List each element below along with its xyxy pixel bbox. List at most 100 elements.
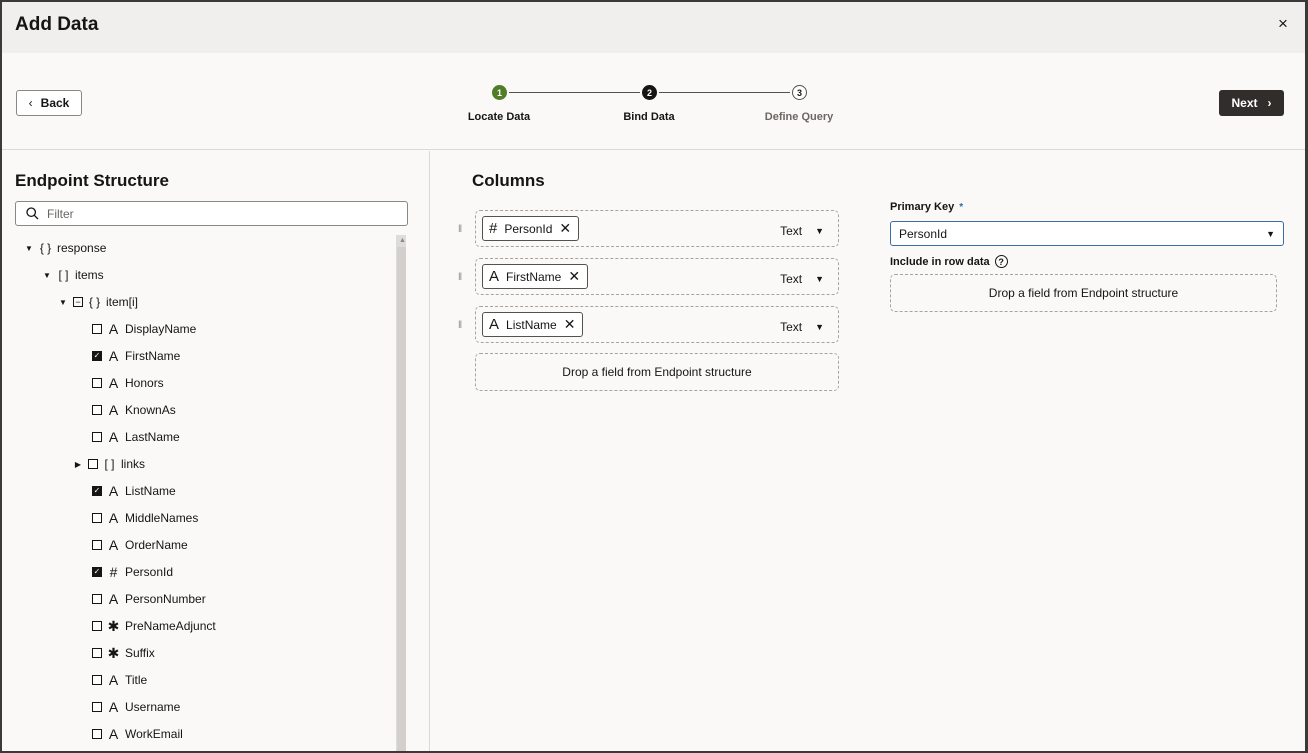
any-type-icon: ✱ [107, 644, 120, 661]
column-card-personid[interactable]: # PersonId ✕ Text ▼ [475, 210, 839, 247]
row-data-drop-zone[interactable]: Drop a field from Endpoint structure [890, 274, 1277, 312]
column-card-firstname[interactable]: A FirstName ✕ Text ▼ [475, 258, 839, 295]
tree-field-honors[interactable]: A Honors [92, 373, 164, 393]
caret-down-icon[interactable]: ▼ [24, 244, 34, 253]
remove-column-icon[interactable]: ✕ [559, 220, 571, 237]
tree-field-firstname[interactable]: ✓ A FirstName [92, 346, 180, 366]
tree-field-label: links [121, 457, 146, 471]
drag-handle-icon[interactable]: ‖ [458, 224, 462, 235]
tree-field-username[interactable]: A Username [92, 697, 180, 717]
field-checkbox[interactable] [92, 729, 102, 739]
tree-field-lastname[interactable]: A LastName [92, 427, 180, 447]
column-type-select[interactable]: Text ▼ [780, 224, 824, 238]
tree-node-item-i[interactable]: ▼ − { } item[i] [58, 292, 138, 312]
field-checkbox[interactable] [92, 594, 102, 604]
any-type-icon: ✱ [107, 617, 120, 634]
drag-handle-icon[interactable]: ‖ [458, 320, 462, 331]
help-icon[interactable]: ? [994, 255, 1008, 268]
column-type-select[interactable]: Text ▼ [780, 272, 824, 286]
back-button[interactable]: ‹ Back [16, 90, 82, 116]
tree-node-links[interactable]: ▶ [ ] links [73, 454, 145, 474]
tree-node-items[interactable]: ▼ [ ] items [42, 265, 104, 285]
field-checkbox[interactable] [92, 513, 102, 523]
primary-key-label-text: Primary Key [890, 201, 955, 213]
text-type-icon: A [108, 375, 119, 391]
columns-drop-zone[interactable]: Drop a field from Endpoint structure [475, 353, 839, 391]
tree-field-label: FirstName [125, 349, 181, 363]
tree-field-label: Username [125, 700, 181, 714]
required-marker: * [959, 201, 964, 213]
field-checkbox[interactable] [92, 405, 102, 415]
tree-field-label: LastName [125, 430, 180, 444]
caret-down-icon[interactable]: ▼ [42, 271, 52, 280]
tree-field-listname[interactable]: ✓ A ListName [92, 481, 176, 501]
tree-node-response[interactable]: ▼ { } response [24, 238, 106, 258]
column-card-listname[interactable]: A ListName ✕ Text ▼ [475, 306, 839, 343]
column-type-select[interactable]: Text ▼ [780, 320, 824, 334]
close-icon[interactable]: × [1273, 14, 1293, 34]
filter-input[interactable] [47, 206, 387, 221]
caret-down-icon[interactable]: ▼ [58, 298, 68, 307]
tree-field-label: WorkEmail [125, 727, 183, 741]
object-icon: { } [39, 241, 52, 255]
tree-field-prenameadjunct[interactable]: ✱ PreNameAdjunct [92, 616, 216, 636]
next-button-label: Next [1231, 96, 1258, 110]
tree-field-label: KnownAs [125, 403, 176, 417]
tree-field-label: OrderName [125, 538, 188, 552]
text-type-icon: A [489, 268, 500, 285]
field-checkbox[interactable]: ✓ [92, 351, 102, 361]
field-checkbox[interactable]: ✓ [92, 567, 102, 577]
column-type-value: Text [780, 272, 803, 286]
text-type-icon: A [489, 316, 500, 333]
tree-field-suffix[interactable]: ✱ Suffix [92, 643, 155, 663]
array-icon: [ ] [58, 268, 69, 282]
tree-field-knownas[interactable]: A KnownAs [92, 400, 176, 420]
step-1-label: Locate Data [467, 111, 531, 123]
remove-column-icon[interactable]: ✕ [564, 316, 576, 333]
tree-field-personnumber[interactable]: A PersonNumber [92, 589, 206, 609]
wizard-step-bar: ‹ Back 1 2 3 Locate Data Bind Data Defin… [2, 53, 1305, 150]
step-3-indicator[interactable]: 3 [792, 85, 807, 100]
tree-field-title[interactable]: A Title [92, 670, 147, 690]
field-checkbox[interactable] [92, 540, 102, 550]
chevron-left-icon: ‹ [28, 96, 33, 110]
field-checkbox[interactable] [92, 432, 102, 442]
drag-handle-icon[interactable]: ‖ [458, 272, 462, 283]
next-button[interactable]: Next › [1219, 90, 1284, 116]
field-checkbox[interactable]: ✓ [92, 486, 102, 496]
text-type-icon: A [108, 510, 119, 526]
field-checkbox[interactable] [92, 324, 102, 334]
remove-column-icon[interactable]: ✕ [568, 268, 580, 285]
step-2-indicator[interactable]: 2 [642, 85, 657, 100]
back-button-label: Back [40, 96, 70, 110]
caret-right-icon[interactable]: ▶ [73, 460, 83, 469]
scroll-up-arrow-icon[interactable]: ▲ [399, 237, 406, 244]
field-checkbox[interactable] [92, 621, 102, 631]
field-checkbox[interactable] [88, 459, 98, 469]
tree-field-ordername[interactable]: A OrderName [92, 535, 188, 555]
primary-key-select[interactable]: PersonId ▼ [890, 221, 1284, 246]
text-type-icon: A [108, 699, 119, 715]
caret-down-icon: ▼ [815, 274, 824, 284]
column-field-name: FirstName [506, 269, 562, 284]
tree-node-label: item[i] [106, 295, 139, 309]
include-row-data-label-text: Include in row data [890, 255, 990, 268]
tree-field-label: DisplayName [125, 322, 197, 336]
tree-field-workemail[interactable]: A WorkEmail [92, 724, 183, 744]
partial-select-icon[interactable]: − [73, 297, 83, 307]
tree-field-label: MiddleNames [125, 511, 199, 525]
tree-field-middlenames[interactable]: A MiddleNames [92, 508, 198, 528]
include-row-data-label: Include in row data ? [890, 255, 1008, 268]
field-checkbox[interactable] [92, 648, 102, 658]
tree-field-label: Title [125, 673, 148, 687]
field-checkbox[interactable] [92, 675, 102, 685]
tree-field-personid[interactable]: ✓ # PersonId [92, 562, 173, 582]
text-type-icon: A [108, 429, 119, 445]
tree-field-displayname[interactable]: A DisplayName [92, 319, 196, 339]
field-checkbox[interactable] [92, 702, 102, 712]
dialog-header: Add Data × [2, 2, 1305, 53]
filter-field[interactable] [15, 201, 408, 226]
field-checkbox[interactable] [92, 378, 102, 388]
step-1-indicator[interactable]: 1 [492, 85, 507, 100]
tree-scrollbar-thumb[interactable] [397, 247, 406, 751]
